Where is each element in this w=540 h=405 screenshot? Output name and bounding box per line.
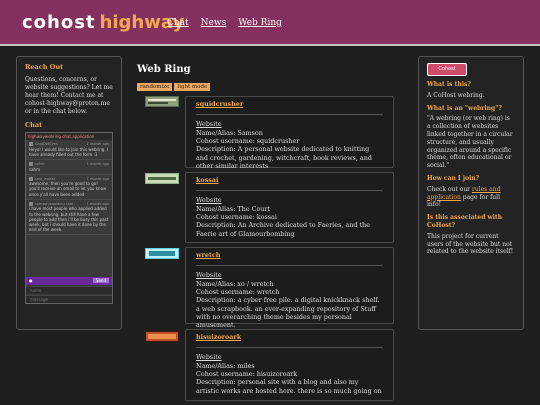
kossai-button-image[interactable]	[145, 173, 179, 184]
chat-username: soul_walker	[35, 176, 56, 181]
entry-alias: Name/Alias: The Court	[196, 204, 271, 213]
faq-question: What is an "webring"?	[427, 104, 502, 112]
top-nav: Chat News Web Ring	[167, 18, 282, 28]
chat-username: CaptDetEyes	[35, 142, 58, 147]
entry-description: Description: An Archive dedicated to Fae…	[196, 221, 370, 238]
entry-description: Description: A personal website dedicate…	[196, 145, 372, 170]
logo-cohost: cohost	[22, 11, 96, 33]
light-mode-button[interactable]: light mode	[174, 83, 211, 91]
view-options: randomize light mode	[137, 83, 211, 91]
chat-text: Heyo! I would like to join this webring.…	[29, 146, 109, 157]
faq-question: What is this?	[427, 81, 471, 88]
entry-divider	[196, 265, 383, 267]
entry-website-link[interactable]: Website	[196, 196, 383, 204]
webring-entry: kossai Website Name/Alias: The Court Coh…	[185, 172, 394, 243]
entry-name-link[interactable]: squidcrusher	[196, 100, 383, 108]
user-icon: ●	[29, 278, 33, 284]
hisuizoroark-button-image[interactable]	[145, 331, 179, 342]
entry-username: Cohost username: squidcrusher	[196, 136, 300, 145]
chat-send-button[interactable]: Send	[92, 278, 109, 284]
webring-entry: squidcrusher Website Name/Alias: Samson …	[185, 96, 394, 170]
chat-text: awesome, then you're good to go! you'll …	[29, 181, 107, 197]
avatar-icon	[29, 142, 33, 147]
chat-url[interactable]: highwaywebring.chat.application	[26, 132, 112, 141]
entry-description: Description: a cyber free pile. a digita…	[196, 296, 380, 330]
faq-answer: Check out our rules and application page…	[427, 186, 515, 209]
faq-answer: "A webring (or web ring) is a collection…	[427, 115, 513, 170]
avatar-icon	[29, 161, 33, 166]
faq-question: Is this associated with CoHost?	[427, 214, 503, 229]
entry-description: Description: personal site with a blog a…	[196, 378, 382, 395]
entry-username: Cohost username: hisuizoroark	[196, 369, 298, 378]
entry-username: Cohost username: kossai	[196, 212, 277, 221]
chat-message: samson/squidcru sher 1 month ago i have m…	[26, 200, 112, 236]
entry-website-link[interactable]: Website	[196, 271, 383, 279]
faq-answer-text: Check out our	[427, 185, 471, 193]
right-sidebar: Cohost What is this? A CoHost webring. W…	[418, 56, 524, 330]
chat-message: soul_walker 1 month ago awesome, then you…	[26, 175, 112, 200]
nav-webring-link[interactable]: Web Ring	[238, 18, 282, 28]
entry-username: Cohost username: wretch	[196, 287, 280, 296]
site-logo[interactable]: cohost highway	[22, 11, 184, 33]
entry-website-link[interactable]: Website	[196, 353, 383, 361]
avatar-icon	[29, 176, 33, 181]
page-title: Web Ring	[137, 64, 191, 75]
chat-time: 1 month ago	[86, 142, 109, 147]
chat-username: samson/squidcru sher	[35, 201, 74, 206]
chat-heading: Chat	[25, 121, 43, 130]
chat-name-input[interactable]: name	[26, 285, 112, 294]
entry-divider	[196, 114, 383, 116]
chat-username: sahm	[35, 161, 45, 166]
nav-news-link[interactable]: News	[201, 18, 227, 28]
chat-time: 1 month ago	[86, 161, 109, 166]
entry-alias: Name/Alias: xo / wretch	[196, 279, 274, 288]
chat-text: sahm	[29, 166, 40, 172]
entry-alias: Name/Alias: miles	[196, 361, 255, 370]
site-header: cohost highway Chat News Web Ring	[0, 0, 540, 46]
reach-out-heading: Reach Out	[25, 63, 64, 71]
chat-send-bar: ● Send	[26, 276, 112, 285]
chat-message: CaptDetEyes 1 month ago Heyo! I would lik…	[26, 140, 112, 160]
chat-text: i have most people who applied added to …	[29, 206, 109, 233]
entry-website-link[interactable]: Website	[196, 120, 383, 128]
wretch-button-image[interactable]	[145, 248, 179, 259]
reach-out-text: Questions, concerns, or website suggesti…	[25, 76, 113, 115]
entry-name-link[interactable]: hisuizoroark	[196, 333, 383, 341]
webring-entry: hisuizoroark Website Name/Alias: miles C…	[185, 329, 394, 401]
chat-widget: highwaywebring.chat.application CaptDetE…	[25, 131, 113, 304]
randomize-button[interactable]: randomize	[137, 83, 173, 91]
squidcrusher-button-image[interactable]	[145, 96, 179, 107]
entry-name-link[interactable]: kossai	[196, 176, 383, 184]
faq-question: How can I join?	[427, 174, 480, 182]
avatar-icon	[29, 201, 33, 206]
left-sidebar: Reach Out Questions, concerns, or websit…	[16, 56, 122, 330]
entry-name-link[interactable]: wretch	[196, 251, 383, 259]
chat-message-input[interactable]: message	[26, 294, 112, 303]
entry-alias: Name/Alias: Samson	[196, 128, 263, 137]
nav-chat-link[interactable]: Chat	[167, 18, 189, 28]
cohost-badge[interactable]: Cohost	[427, 63, 467, 76]
entry-divider	[196, 190, 383, 192]
chat-message: sahm 1 month ago sahm	[26, 160, 112, 175]
faq-answer: This project for current users of the we…	[427, 232, 514, 256]
entry-divider	[196, 347, 383, 349]
faq-answer: A CoHost webring.	[427, 91, 485, 99]
webring-entry: wretch Website Name/Alias: xo / wretch C…	[185, 247, 394, 329]
